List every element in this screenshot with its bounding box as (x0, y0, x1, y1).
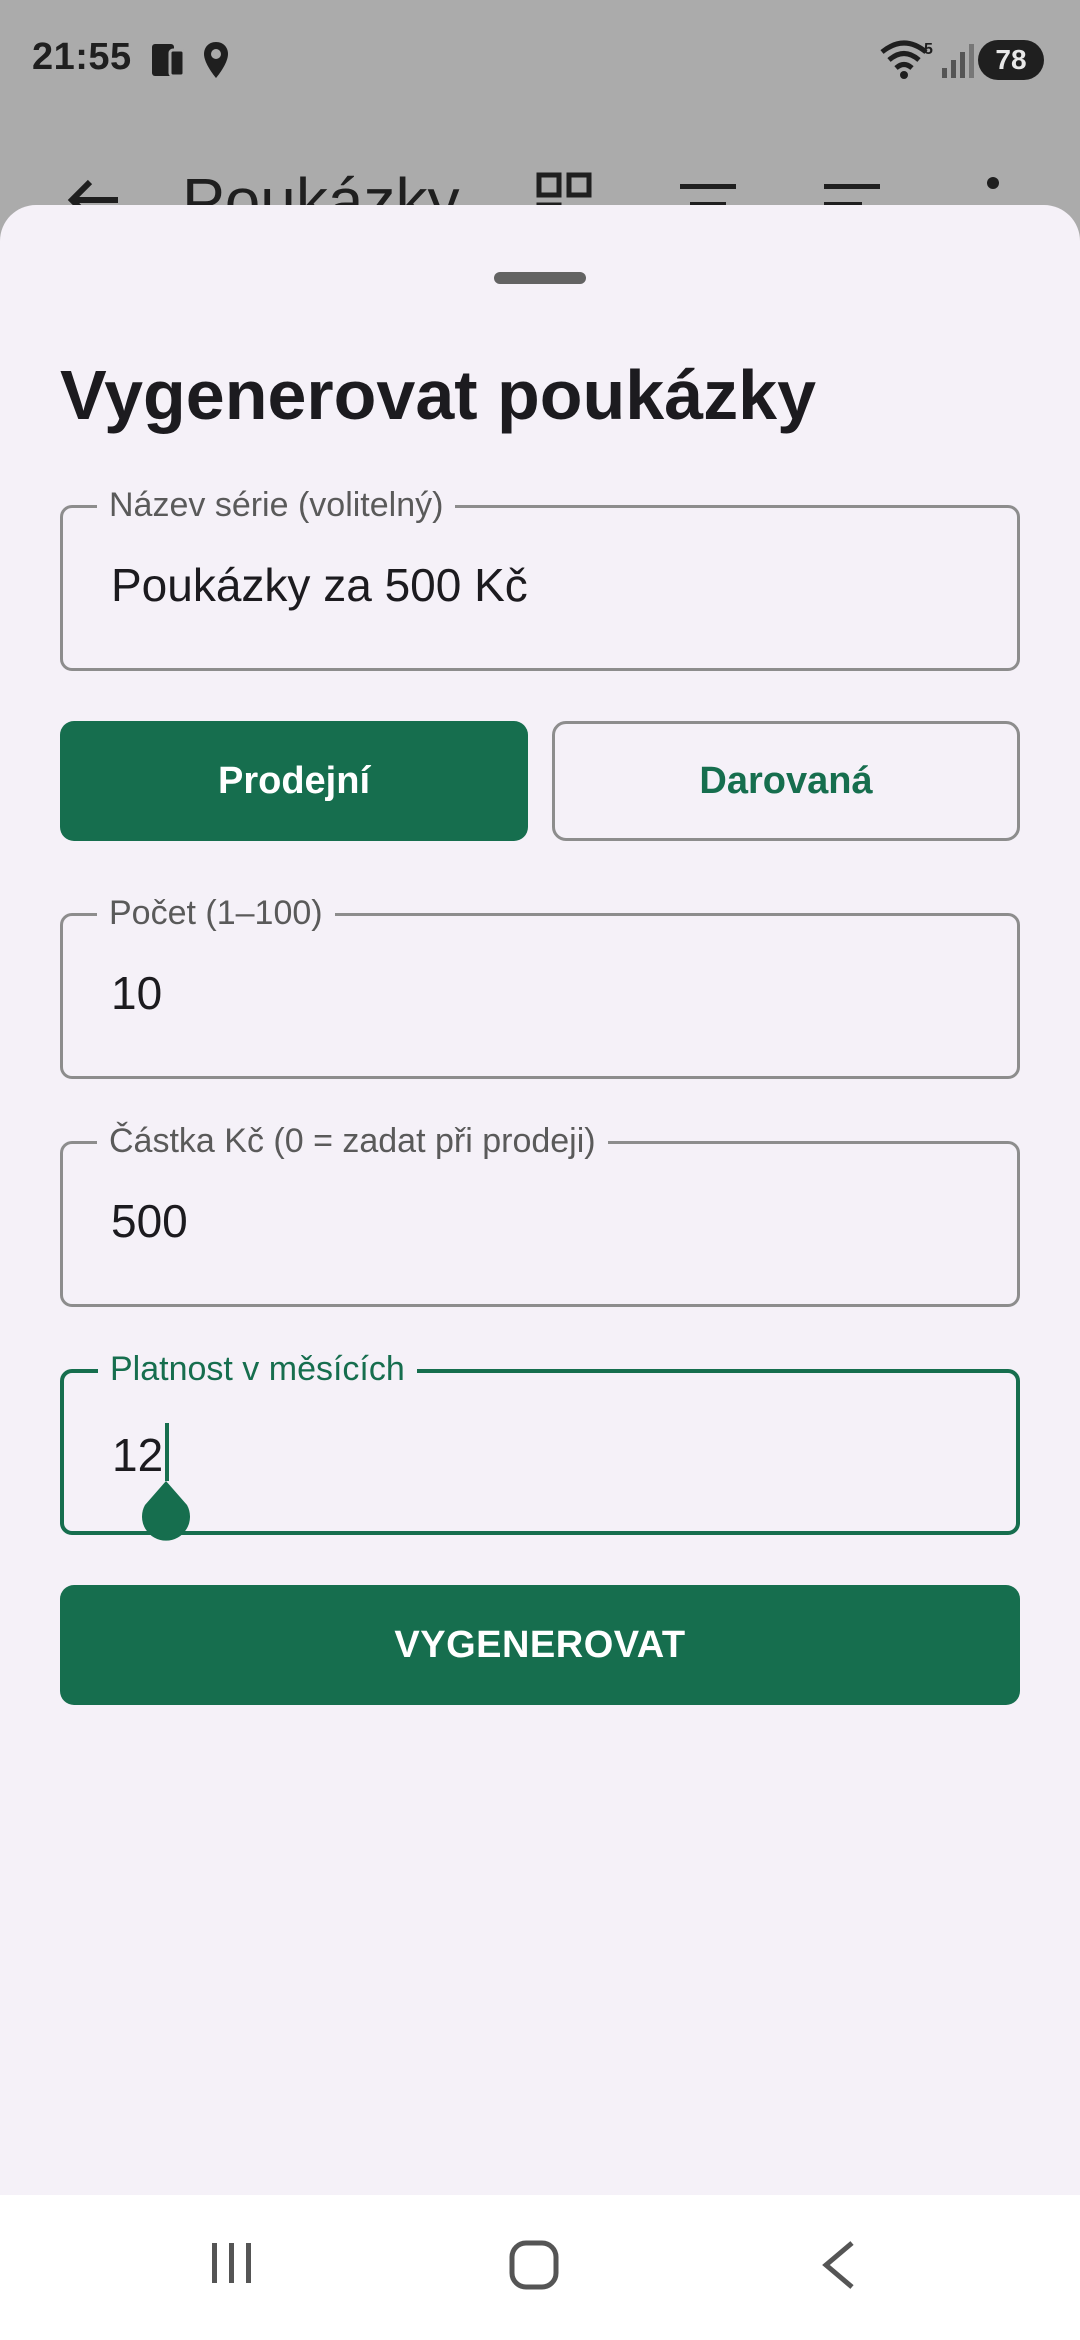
series-name-field[interactable]: Název série (volitelný) Poukázky za 500 … (60, 486, 1020, 671)
home-icon[interactable] (508, 2239, 560, 2291)
recents-icon[interactable] (208, 2239, 256, 2287)
back-icon[interactable] (818, 2239, 858, 2291)
count-label: Počet (1–100) (97, 894, 335, 933)
count-field[interactable]: Počet (1–100) 10 (60, 894, 1020, 1079)
text-cursor (165, 1423, 170, 1481)
type-darovana-button[interactable]: Darovaná (552, 721, 1020, 841)
bottom-sheet: Vygenerovat poukázky Název série (volite… (0, 205, 1080, 2205)
type-prodejni-button[interactable]: Prodejní (60, 721, 528, 841)
validity-input[interactable]: 12 (112, 1423, 170, 1482)
validity-field[interactable]: Platnost v měsících 12 (60, 1350, 1020, 1541)
amount-label: Částka Kč (0 = zadat při prodeji) (97, 1122, 608, 1161)
series-name-input[interactable]: Poukázky za 500 Kč (111, 558, 528, 612)
series-name-label: Název série (volitelný) (97, 486, 456, 525)
validity-value: 12 (112, 1429, 164, 1481)
status-bar: 21:55 5 78 (0, 0, 1080, 124)
cursor-handle-icon[interactable] (135, 1481, 197, 1543)
nfc-phone-icon (152, 44, 186, 78)
amount-field[interactable]: Částka Kč (0 = zadat při prodeji) 500 (60, 1122, 1020, 1307)
amount-input[interactable]: 500 (111, 1194, 188, 1248)
generate-button[interactable]: VYGENEROVAT (60, 1585, 1020, 1705)
more-vert-icon[interactable] (986, 176, 1000, 206)
count-input[interactable]: 10 (111, 966, 162, 1020)
validity-label: Platnost v měsících (98, 1350, 417, 1389)
navigation-bar (0, 2195, 1080, 2340)
wifi-icon: 5 (880, 40, 933, 79)
battery-indicator: 78 (978, 40, 1044, 80)
wifi-label: 5 (924, 41, 933, 58)
drag-handle[interactable] (494, 272, 586, 284)
status-time: 21:55 (32, 36, 132, 78)
signal-icon (942, 44, 974, 78)
location-icon (204, 42, 228, 78)
sheet-title: Vygenerovat poukázky (60, 356, 817, 434)
